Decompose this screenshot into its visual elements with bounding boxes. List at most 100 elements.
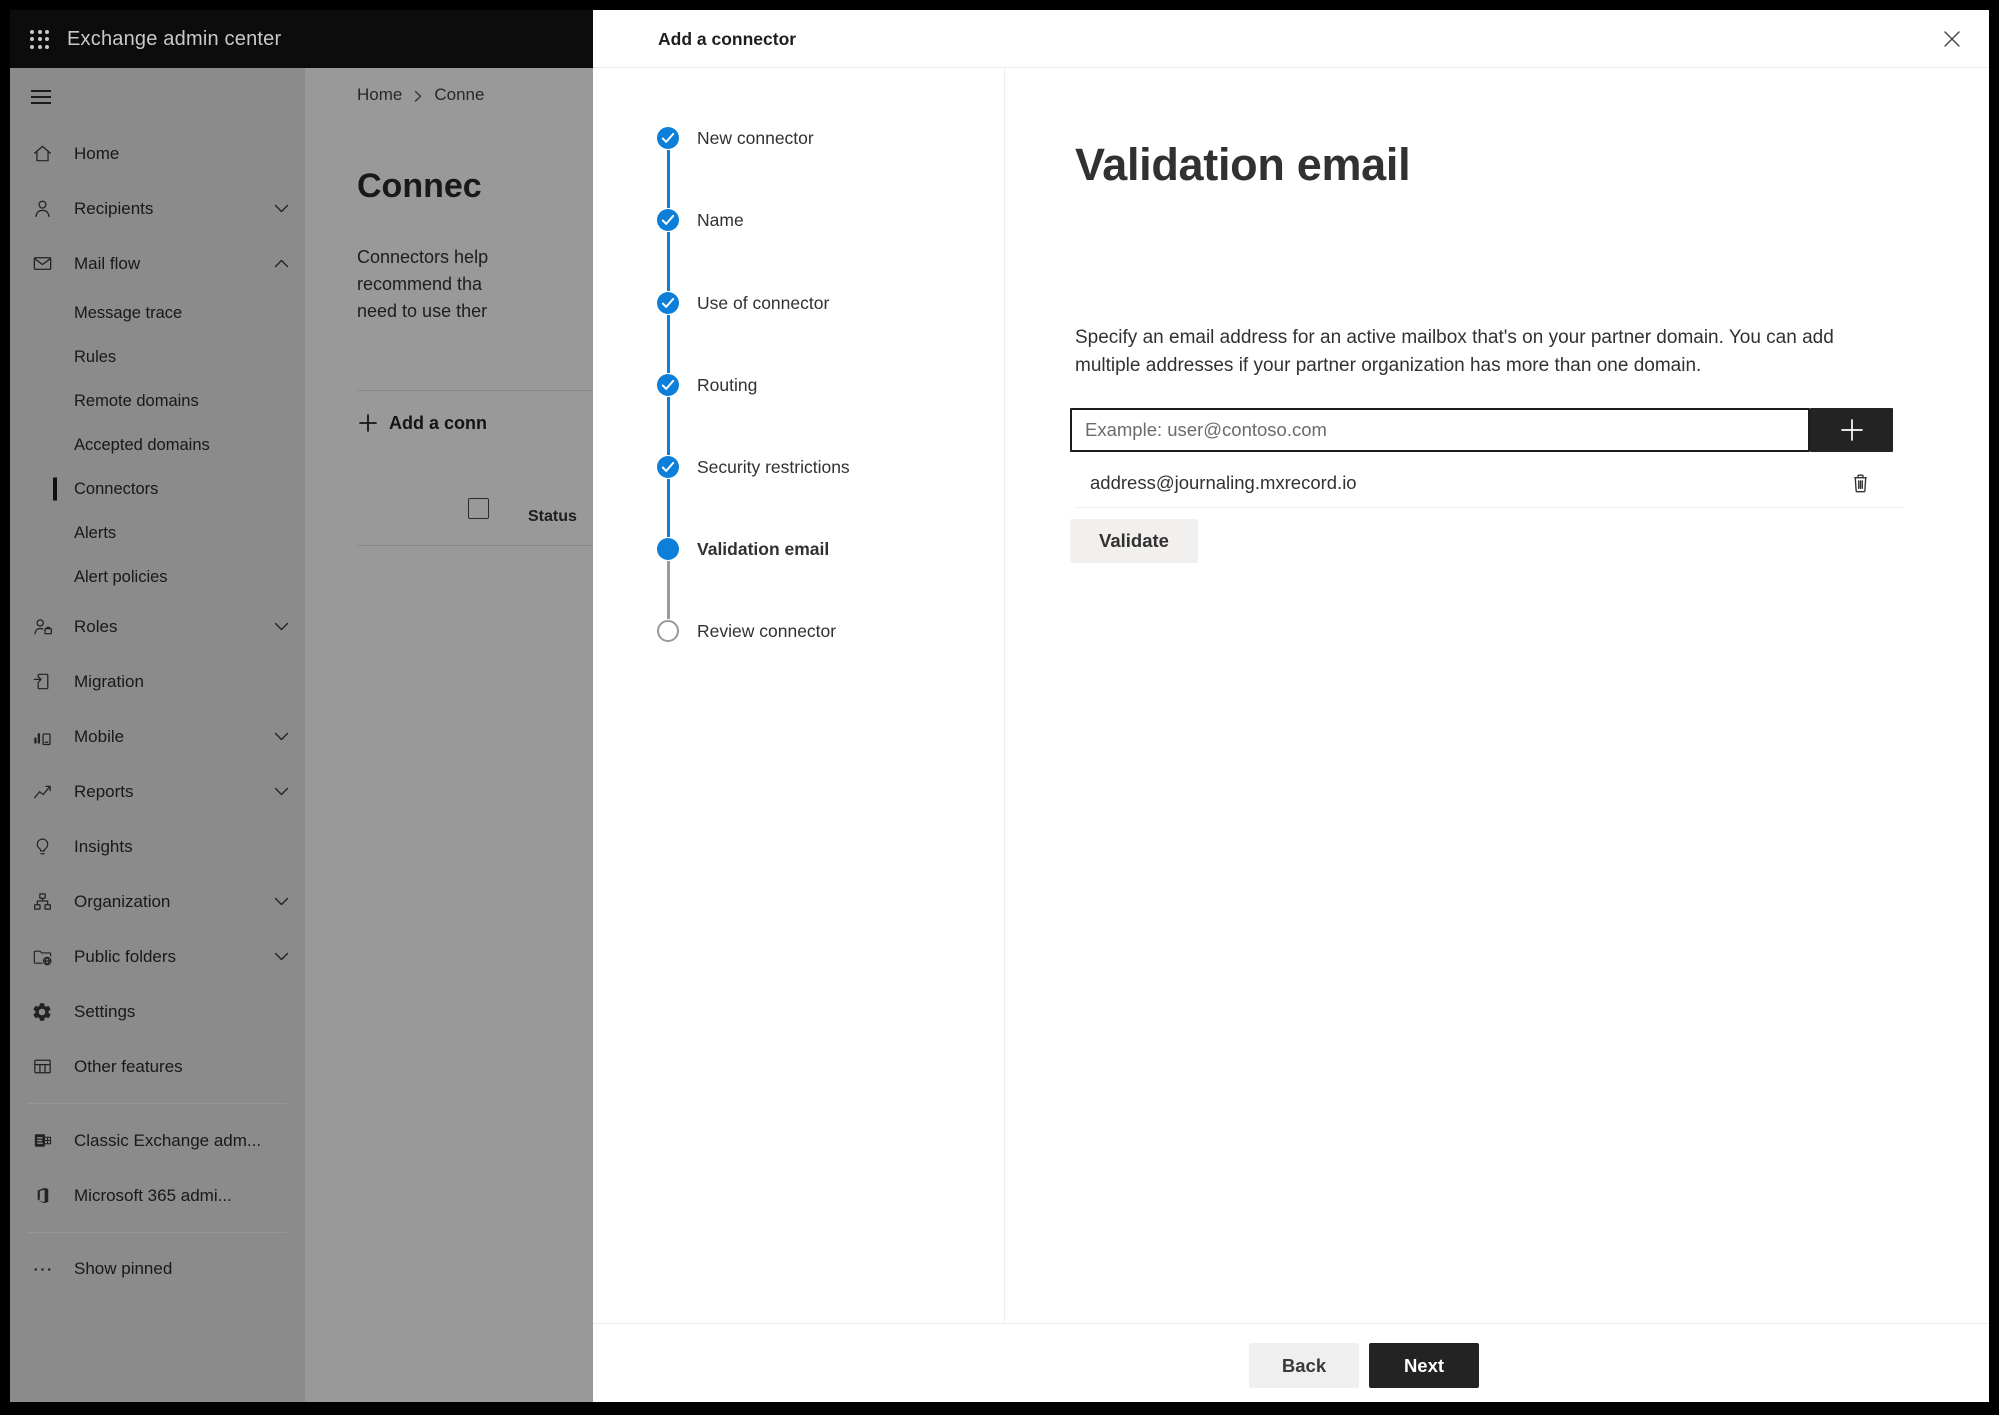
plus-icon — [357, 412, 379, 434]
org-chart-icon — [30, 890, 54, 914]
dialog-footer: Back Next — [593, 1323, 1989, 1402]
sidebar-item-label: Microsoft 365 admi... — [74, 1185, 232, 1205]
step-label: New connector — [697, 127, 814, 148]
step-name[interactable]: Name — [593, 208, 744, 232]
step-complete-check-icon — [657, 209, 679, 231]
sidebar-item-alert-policies[interactable]: Alert policies — [10, 555, 305, 599]
selected-indicator — [53, 477, 57, 501]
roles-icon — [30, 615, 54, 639]
step-connector-line — [666, 561, 670, 619]
step-complete-check-icon — [657, 127, 679, 149]
sidebar-item-alerts[interactable]: Alerts — [10, 511, 305, 555]
step-use-of-connector[interactable]: Use of connector — [593, 291, 829, 315]
sidebar-item-label: Mail flow — [74, 253, 141, 273]
step-current-dot-icon — [657, 538, 679, 560]
sidebar-item-label: Organization — [74, 891, 171, 911]
sidebar-item-microsoft-365[interactable]: Microsoft 365 admi... — [10, 1168, 305, 1223]
sidebar-item-connectors[interactable]: Connectors — [10, 467, 305, 511]
step-complete-check-icon — [657, 456, 679, 478]
sidebar-item-message-trace[interactable]: Message trace — [10, 291, 305, 335]
breadcrumb-home-link[interactable]: Home — [357, 85, 402, 105]
sidebar-item-label: Alerts — [74, 523, 117, 542]
microsoft-365-icon — [30, 1184, 54, 1208]
sidebar-item-label: Show pinned — [74, 1259, 173, 1278]
chevron-down-icon — [274, 201, 289, 216]
chevron-down-icon — [274, 784, 289, 799]
sidebar-item-mobile[interactable]: Mobile — [10, 709, 305, 764]
plus-icon — [1840, 419, 1863, 441]
sidebar-item-rules[interactable]: Rules — [10, 335, 305, 379]
step-routing[interactable]: Routing — [593, 373, 757, 397]
sidebar-item-remote-domains[interactable]: Remote domains — [10, 379, 305, 423]
mail-icon — [30, 252, 54, 276]
page-intro-text: Connectors help recommend tha need to us… — [357, 247, 489, 321]
sidebar-item-label: Migration — [74, 671, 144, 691]
sidebar-item-roles[interactable]: Roles — [10, 599, 305, 654]
step-label: Validation email — [697, 538, 830, 559]
sidebar-item-label: Rules — [74, 347, 117, 366]
wizard-steps-rail: New connector Name Use of connector Rout… — [593, 68, 1005, 1323]
page-title: Connec — [357, 167, 482, 205]
folder-globe-icon — [30, 945, 54, 969]
sidebar-item-public-folders[interactable]: Public folders — [10, 929, 305, 984]
sidebar-item-label: Mobile — [74, 726, 125, 746]
chevron-down-icon — [274, 894, 289, 909]
step-complete-check-icon — [657, 374, 679, 396]
chevron-down-icon — [274, 949, 289, 964]
ellipsis-icon — [30, 1257, 54, 1281]
hamburger-icon — [31, 86, 51, 108]
chevron-up-icon — [274, 256, 289, 271]
step-complete-check-icon — [657, 292, 679, 314]
step-label: Security restrictions — [697, 456, 850, 477]
sidebar-item-insights[interactable]: Insights — [10, 819, 305, 874]
sidebar-divider — [28, 1103, 287, 1104]
sidebar-item-show-pinned[interactable]: Show pinned — [10, 1245, 305, 1293]
chevron-right-icon — [410, 88, 426, 104]
step-new-connector[interactable]: New connector — [593, 126, 814, 150]
sidebar-item-label: Alert policies — [74, 567, 168, 586]
hamburger-menu-button[interactable] — [10, 76, 305, 118]
step-connector-line — [666, 150, 670, 208]
step-security-restrictions[interactable]: Security restrictions — [593, 455, 850, 479]
sidebar-item-migration[interactable]: Migration — [10, 654, 305, 709]
app-launcher-icon[interactable] — [30, 29, 49, 49]
step-validation-email[interactable]: Validation email — [593, 537, 829, 561]
breadcrumb: Home Conne — [357, 85, 484, 105]
sidebar-item-classic-exchange[interactable]: Classic Exchange adm... — [10, 1113, 305, 1168]
step-connector-line — [666, 397, 670, 455]
add-email-button[interactable] — [1810, 408, 1893, 452]
app-title: Exchange admin center — [67, 27, 282, 50]
back-button[interactable]: Back — [1249, 1343, 1359, 1388]
add-connector-button[interactable]: Add a conn — [357, 409, 487, 437]
sidebar-item-other-features[interactable]: Other features — [10, 1039, 305, 1094]
classic-exchange-icon — [30, 1129, 54, 1153]
validation-email-input[interactable] — [1070, 408, 1810, 452]
sidebar-item-settings[interactable]: Settings — [10, 984, 305, 1039]
select-all-checkbox[interactable] — [468, 498, 489, 519]
sidebar-item-home[interactable]: Home — [10, 126, 305, 181]
dialog-title: Add a connector — [658, 28, 797, 49]
validation-email-address: address@journaling.mxrecord.io — [1090, 472, 1357, 493]
step-connector-line — [666, 479, 670, 537]
sidebar-item-mail-flow[interactable]: Mail flow — [10, 236, 305, 291]
sidebar-item-reports[interactable]: Reports — [10, 764, 305, 819]
sidebar-item-recipients[interactable]: Recipients — [10, 181, 305, 236]
add-connector-dialog: Add a connector New connector Name Use o… — [593, 10, 1989, 1402]
step-connector-line — [666, 232, 670, 291]
validate-button[interactable]: Validate — [1070, 519, 1198, 563]
sidebar-item-label: Classic Exchange adm... — [74, 1130, 262, 1150]
close-icon[interactable] — [1939, 26, 1965, 52]
sidebar-item-organization[interactable]: Organization — [10, 874, 305, 929]
validation-email-description: Specify an email address for an active m… — [1075, 327, 1834, 376]
add-connector-button-label: Add a conn — [389, 412, 487, 433]
status-column-header[interactable]: Status — [528, 508, 577, 526]
trash-icon[interactable] — [1843, 466, 1877, 500]
sidebar-item-label: Recipients — [74, 198, 154, 218]
step-review-connector[interactable]: Review connector — [593, 619, 836, 643]
sidebar-item-accepted-domains[interactable]: Accepted domains — [10, 423, 305, 467]
gear-icon — [30, 1000, 54, 1024]
exchange-admin-center-screen: { "app": { "title": "Exchange admin cent… — [0, 0, 1999, 1415]
home-icon — [30, 142, 54, 166]
next-button[interactable]: Next — [1369, 1343, 1479, 1388]
sidebar-item-label: Reports — [74, 781, 134, 801]
